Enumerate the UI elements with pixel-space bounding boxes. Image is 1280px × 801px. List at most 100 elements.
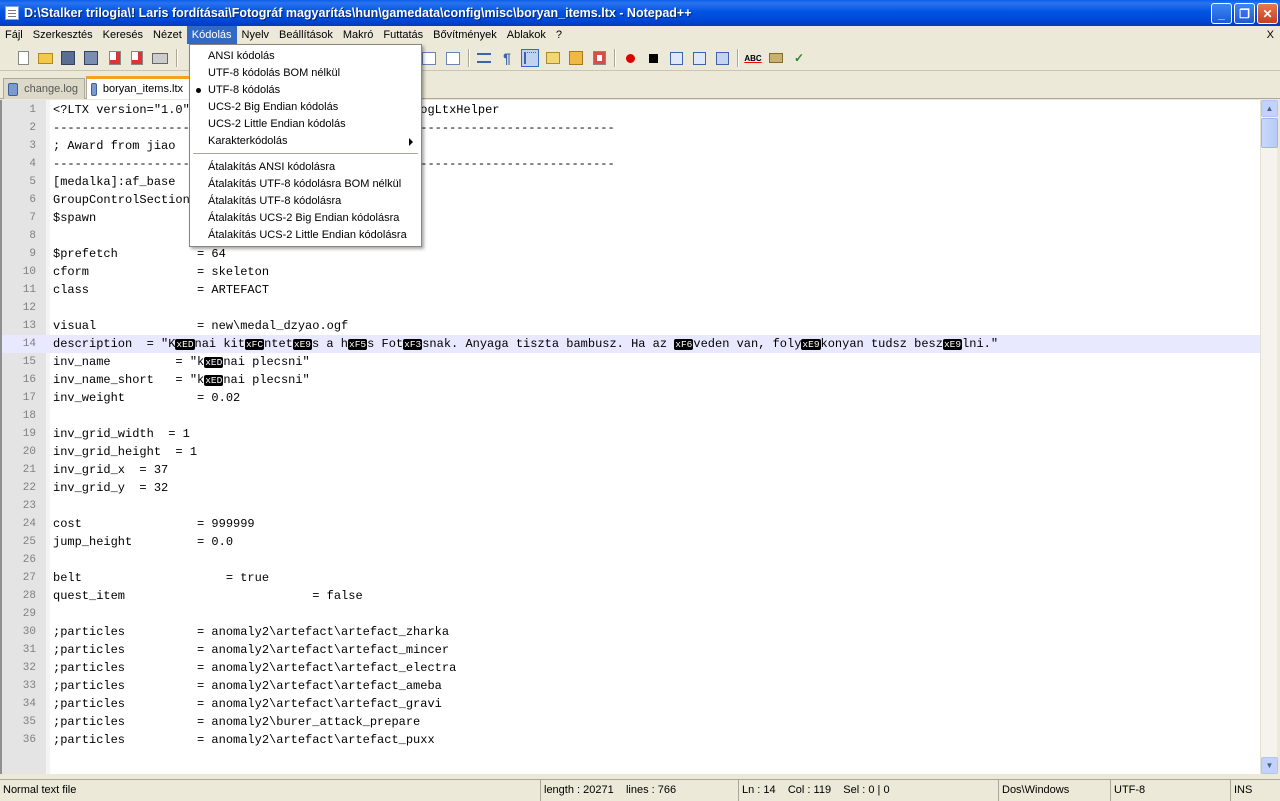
editor-line[interactable]: 35 ;particles = anomaly2\burer_attack_pre…	[2, 713, 1260, 731]
editor-line[interactable]: 21 inv_grid_x = 37	[2, 461, 1260, 479]
spell-options-icon[interactable]	[767, 49, 785, 67]
editor-line[interactable]: 20 inv_grid_height = 1	[2, 443, 1260, 461]
zoom-out-icon[interactable]	[444, 49, 462, 67]
menu-item-label: UTF-8 kódolás BOM nélkül	[208, 67, 341, 79]
menu-language[interactable]: Nyelv	[237, 26, 275, 44]
user-defined-dialog-icon[interactable]	[544, 49, 562, 67]
editor-line[interactable]: 18	[2, 407, 1260, 425]
menu-item-ucs2-be[interactable]: UCS-2 Big Endian kódolás	[190, 99, 421, 116]
editor-line[interactable]: 16 inv_name_short = "kxEDnai plecsni"	[2, 371, 1260, 389]
stop-macro-icon[interactable]	[644, 49, 662, 67]
line-text: ;particles = anomaly2\artefact\artefact_…	[53, 697, 442, 711]
maximize-button[interactable]: ❐	[1234, 3, 1255, 24]
menu-item-character-sets[interactable]: Karakterkódolás	[190, 133, 421, 150]
line-number: 7	[29, 212, 36, 224]
save-macro-icon[interactable]	[713, 49, 731, 67]
menu-edit[interactable]: Szerkesztés	[28, 26, 98, 44]
close-file-icon[interactable]	[106, 49, 124, 67]
tab-change-log[interactable]: change.log	[3, 78, 85, 99]
editor-line[interactable]: 30 ;particles = anomaly2\artefact\artefac…	[2, 623, 1260, 641]
line-text: class = ARTEFACT	[53, 283, 270, 297]
editor-line[interactable]: 36 ;particles = anomaly2\artefact\artefac…	[2, 731, 1260, 749]
editor-line[interactable]: 10 cform = skeleton	[2, 263, 1260, 281]
menu-windows[interactable]: Ablakok	[502, 26, 551, 44]
menu-view[interactable]: Nézet	[148, 26, 187, 44]
editor-line[interactable]: 33 ;particles = anomaly2\artefact\artefac…	[2, 677, 1260, 695]
menu-item-convert-utf8[interactable]: Átalakítás UTF-8 kódolásra	[190, 193, 421, 210]
tab-label: boryan_items.ltx	[102, 83, 183, 95]
editor-line[interactable]: 24 cost = 999999	[2, 515, 1260, 533]
menu-run[interactable]: Futtatás	[378, 26, 428, 44]
text-segment: nai plecsni"	[223, 355, 310, 369]
menu-item-convert-ucs2-be[interactable]: Átalakítás UCS-2 Big Endian kódolásra	[190, 210, 421, 227]
menu-item-convert-utf8-no-bom[interactable]: Átalakítás UTF-8 kódolásra BOM nélkül	[190, 176, 421, 193]
menu-search[interactable]: Keresés	[98, 26, 148, 44]
document-map-icon[interactable]	[567, 49, 585, 67]
editor-line[interactable]: 26	[2, 551, 1260, 569]
editor-line[interactable]: 28 quest_item = false	[2, 587, 1260, 605]
indent-guide-icon[interactable]	[521, 49, 539, 67]
run-macro-multiple-icon[interactable]	[690, 49, 708, 67]
spell-check-icon[interactable]: ABC	[744, 49, 762, 67]
editor-line[interactable]: 31 ;particles = anomaly2\artefact\artefac…	[2, 641, 1260, 659]
menu-macro[interactable]: Makró	[338, 26, 379, 44]
vertical-scrollbar[interactable]: ▲ ▼	[1260, 100, 1278, 774]
save-all-icon[interactable]	[82, 49, 100, 67]
play-macro-icon[interactable]	[667, 49, 685, 67]
auto-spell-check-icon[interactable]: ✓	[790, 49, 808, 67]
scrollbar-thumb[interactable]	[1261, 118, 1278, 148]
tab-boryan-items[interactable]: boryan_items.ltx	[86, 76, 190, 99]
menu-item-convert-ansi[interactable]: Átalakítás ANSI kódolásra	[190, 159, 421, 176]
editor-line[interactable]: 19 inv_grid_width = 1	[2, 425, 1260, 443]
text-segment: inv_name_short = "k	[53, 373, 205, 387]
editor-line[interactable]: 23	[2, 497, 1260, 515]
editor-line[interactable]: 11 class = ARTEFACT	[2, 281, 1260, 299]
editor-line[interactable]: 22 inv_grid_y = 32	[2, 479, 1260, 497]
line-number: 27	[22, 572, 36, 584]
save-icon[interactable]	[59, 49, 77, 67]
editor-line[interactable]: 25 jump_height = 0.0	[2, 533, 1260, 551]
scroll-down-icon[interactable]: ▼	[1261, 757, 1278, 774]
editor-line[interactable]: 27 belt = true	[2, 569, 1260, 587]
toolbar-separator	[614, 49, 616, 67]
function-list-icon[interactable]	[590, 49, 608, 67]
new-file-icon[interactable]	[14, 49, 32, 67]
menu-help[interactable]: ?	[551, 26, 567, 44]
show-all-chars-icon[interactable]: ¶	[498, 49, 516, 67]
record-macro-icon[interactable]	[621, 49, 639, 67]
menu-encoding[interactable]: Kódolás	[186, 26, 237, 44]
menu-plugins[interactable]: Bővítmények	[428, 26, 502, 44]
menu-item-convert-ucs2-le[interactable]: Átalakítás UCS-2 Little Endian kódolásra	[190, 227, 421, 244]
line-number: 8	[29, 230, 36, 242]
editor-line[interactable]: 17 inv_weight = 0.02	[2, 389, 1260, 407]
status-file-type: Normal text file	[3, 784, 77, 796]
close-all-icon[interactable]	[128, 49, 146, 67]
editor-line[interactable]: 14 description = "KxEDnai kitxFCntetxE9s …	[2, 335, 1260, 353]
line-number: 1	[29, 104, 36, 116]
editor-line[interactable]: 13 visual = new\medal_dzyao.ogf	[2, 317, 1260, 335]
editor-line[interactable]: 32 ;particles = anomaly2\artefact\artefac…	[2, 659, 1260, 677]
editor-line[interactable]: 9 $prefetch = 64	[2, 245, 1260, 263]
word-wrap-icon[interactable]	[475, 49, 493, 67]
editor-line[interactable]: 29	[2, 605, 1260, 623]
menu-item-utf8-no-bom[interactable]: UTF-8 kódolás BOM nélkül	[190, 65, 421, 82]
menu-separator	[193, 153, 418, 155]
editor-line[interactable]: 15 inv_name = "kxEDnai plecsni"	[2, 353, 1260, 371]
open-file-icon[interactable]	[36, 49, 54, 67]
editor-line[interactable]: 12	[2, 299, 1260, 317]
menu-item-ansi[interactable]: ANSI kódolás	[190, 48, 421, 65]
close-document-button[interactable]: X	[1267, 26, 1274, 44]
minimize-button[interactable]: _	[1211, 3, 1232, 24]
scroll-up-icon[interactable]: ▲	[1261, 100, 1278, 117]
editor-line[interactable]: 34 ;particles = anomaly2\artefact\artefac…	[2, 695, 1260, 713]
menu-item-ucs2-le[interactable]: UCS-2 Little Endian kódolás	[190, 116, 421, 133]
menu-file[interactable]: Fájl	[0, 26, 28, 44]
line-text: inv_grid_width = 1	[53, 427, 190, 441]
menu-settings[interactable]: Beállítások	[274, 26, 338, 44]
menu-item-utf8[interactable]: UTF-8 kódolás	[190, 82, 421, 99]
zoom-in-icon[interactable]	[420, 49, 438, 67]
close-button[interactable]: ✕	[1257, 3, 1278, 24]
print-icon[interactable]	[151, 49, 169, 67]
line-number: 12	[22, 302, 36, 314]
notepad-app-icon[interactable]	[5, 6, 19, 20]
